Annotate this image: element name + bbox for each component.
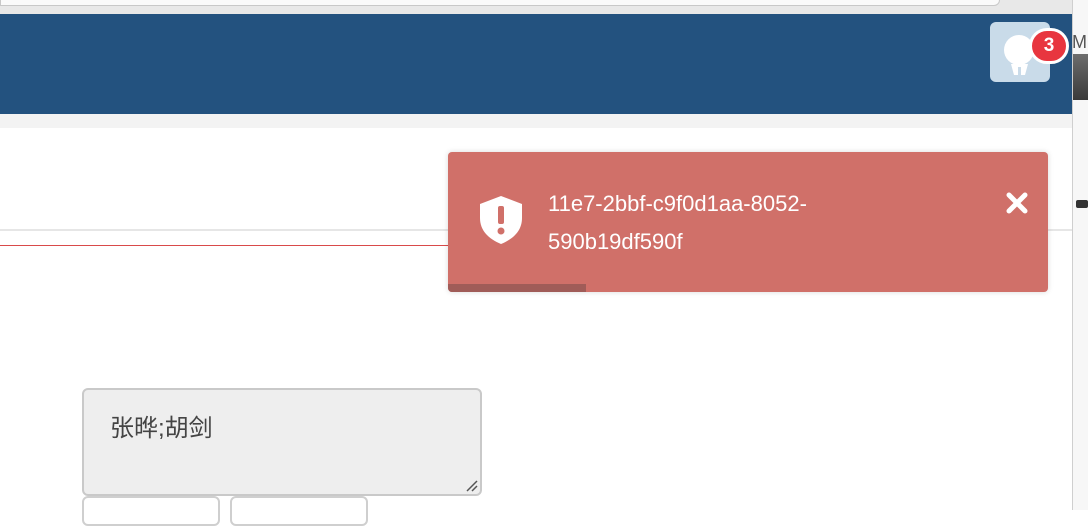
textarea-value: 张晔;胡剑 [110,415,213,442]
adjacent-window-text: M [1072,32,1087,52]
shield-exclamation-icon [476,194,526,251]
form-button-1[interactable] [82,496,220,526]
adjacent-window-mark [1076,200,1088,208]
error-toast: 11e7-2bbf-c9f0d1aa-8052-590b19df590f [448,152,1048,292]
toast-progress-bar [448,284,586,292]
form-button-2[interactable] [230,496,368,526]
address-bar-edge[interactable] [0,0,1000,6]
app-header [0,14,1072,114]
toast-close-button[interactable] [1002,188,1032,218]
sub-toolbar [0,114,1072,128]
adjacent-window-image [1073,54,1088,100]
close-icon [1006,192,1028,214]
toast-message: 11e7-2bbf-c9f0d1aa-8052-590b19df590f [548,191,807,254]
recipients-textarea[interactable]: 张晔;胡剑 [82,388,482,496]
browser-top-strip [0,0,1072,14]
notification-count-badge: 3 [1029,28,1069,64]
resize-handle-icon[interactable] [464,478,478,492]
